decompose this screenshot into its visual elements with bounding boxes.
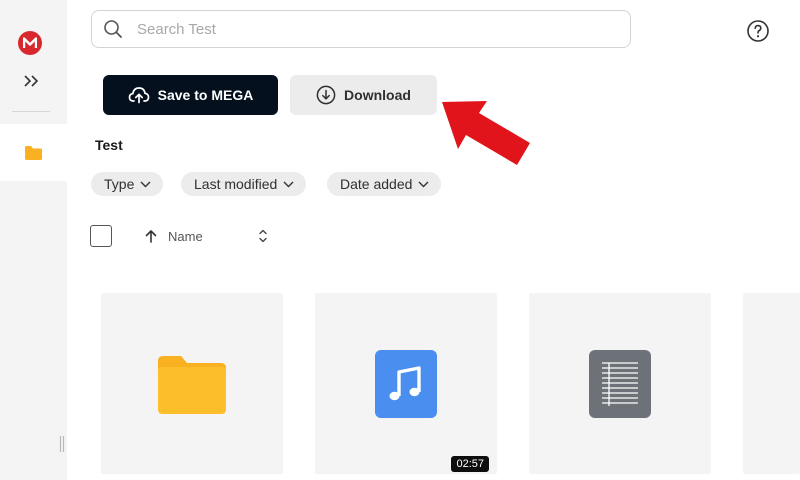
sidebar-divider xyxy=(12,111,50,112)
file-card-document[interactable] xyxy=(529,293,711,474)
sidebar-item-cloud-drive[interactable] xyxy=(0,124,67,181)
filter-date-added-label: Date added xyxy=(340,176,413,192)
audio-duration-badge: 02:57 xyxy=(451,456,489,472)
search-icon xyxy=(103,19,123,39)
mega-logo-icon[interactable] xyxy=(18,31,42,55)
download-button[interactable]: Download xyxy=(290,75,437,115)
arrow-up-icon[interactable] xyxy=(144,229,158,243)
chevron-down-icon xyxy=(140,181,151,188)
folder-title: Test xyxy=(95,137,123,153)
filter-last-modified-label: Last modified xyxy=(194,176,278,192)
select-all-checkbox[interactable] xyxy=(90,225,112,247)
filter-date-added[interactable]: Date added xyxy=(327,172,442,196)
help-icon[interactable] xyxy=(746,19,770,43)
sort-toggle-icon[interactable] xyxy=(256,227,270,245)
save-to-mega-label: Save to MEGA xyxy=(157,87,254,103)
search-box xyxy=(91,10,631,48)
search-input[interactable] xyxy=(135,19,609,39)
filter-type-label: Type xyxy=(104,176,135,192)
music-file-icon xyxy=(375,349,437,418)
filter-type[interactable]: Type xyxy=(91,172,164,196)
name-column-header[interactable]: Name xyxy=(168,229,203,244)
folder-icon xyxy=(158,355,226,414)
chevron-down-icon xyxy=(418,181,429,188)
file-card-audio[interactable]: 02:57 xyxy=(315,293,497,474)
file-card-folder[interactable] xyxy=(101,293,283,474)
document-file-icon xyxy=(589,349,651,418)
chevron-down-icon xyxy=(283,181,294,188)
file-card-partial[interactable] xyxy=(743,293,800,474)
red-arrow-annotation xyxy=(442,101,530,165)
sidebar-resize-handle[interactable] xyxy=(59,436,65,452)
cloud-upload-icon xyxy=(128,87,149,104)
save-to-mega-button[interactable]: Save to MEGA xyxy=(103,75,278,115)
download-icon xyxy=(316,85,336,105)
download-label: Download xyxy=(344,87,411,103)
folder-icon xyxy=(25,145,42,160)
expand-sidebar-icon[interactable] xyxy=(18,68,44,94)
sidebar xyxy=(0,0,67,480)
filter-last-modified[interactable]: Last modified xyxy=(181,172,307,196)
